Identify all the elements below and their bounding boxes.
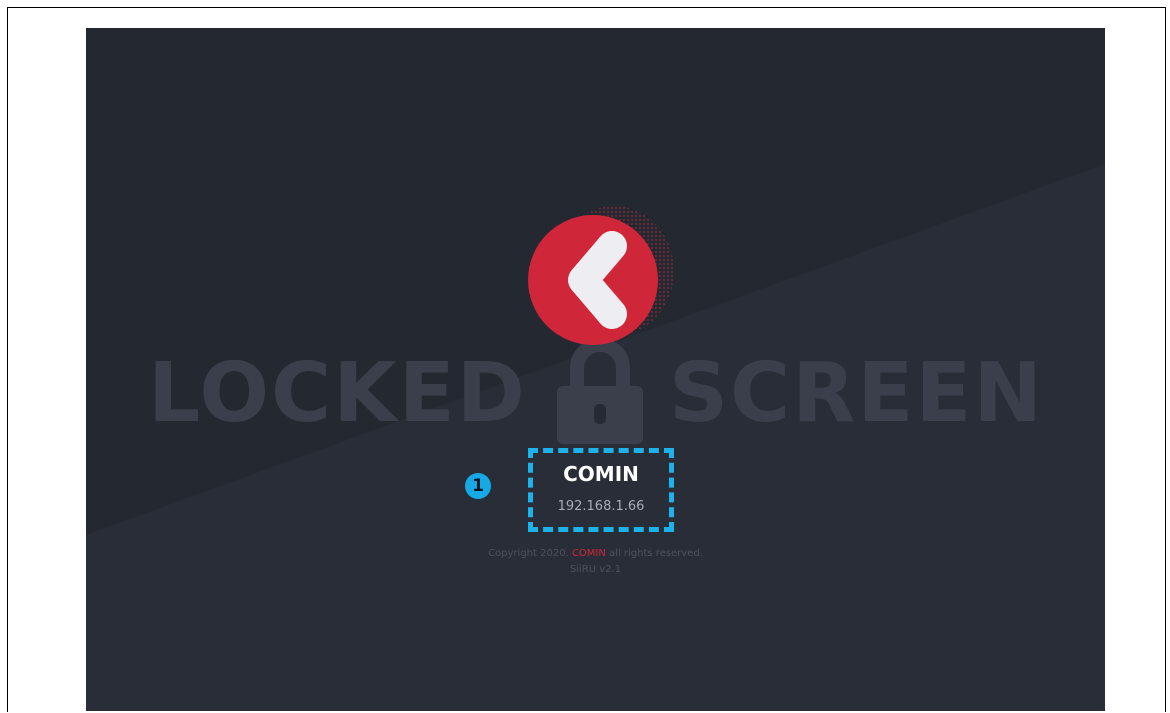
copyright-prefix: Copyright 2020. — [488, 548, 572, 559]
device-ip-address: 192.168.1.66 — [557, 499, 645, 514]
device-name: COMIN — [563, 462, 639, 486]
chevron-left-logo-icon — [528, 215, 658, 345]
watermark-left-text: LOCKED — [148, 346, 527, 441]
watermark-right-text: SCREEN — [669, 346, 1045, 441]
copyright-text: Copyright 2020. COMIN all rights reserve… — [86, 548, 1105, 559]
lock-icon — [557, 338, 643, 444]
lock-screen: LOCKED SCREEN COMIN 192.168.1.66 1 Copyr… — [86, 28, 1105, 711]
copyright-suffix: all rights reserved. — [605, 548, 703, 559]
document-frame: LOCKED SCREEN COMIN 192.168.1.66 1 Copyr… — [7, 7, 1166, 712]
callout-number-badge: 1 — [465, 473, 491, 499]
version-text: SiiRU v2.1 — [569, 564, 622, 575]
device-info-highlight — [528, 448, 674, 532]
copyright-brand: COMIN — [571, 548, 606, 559]
